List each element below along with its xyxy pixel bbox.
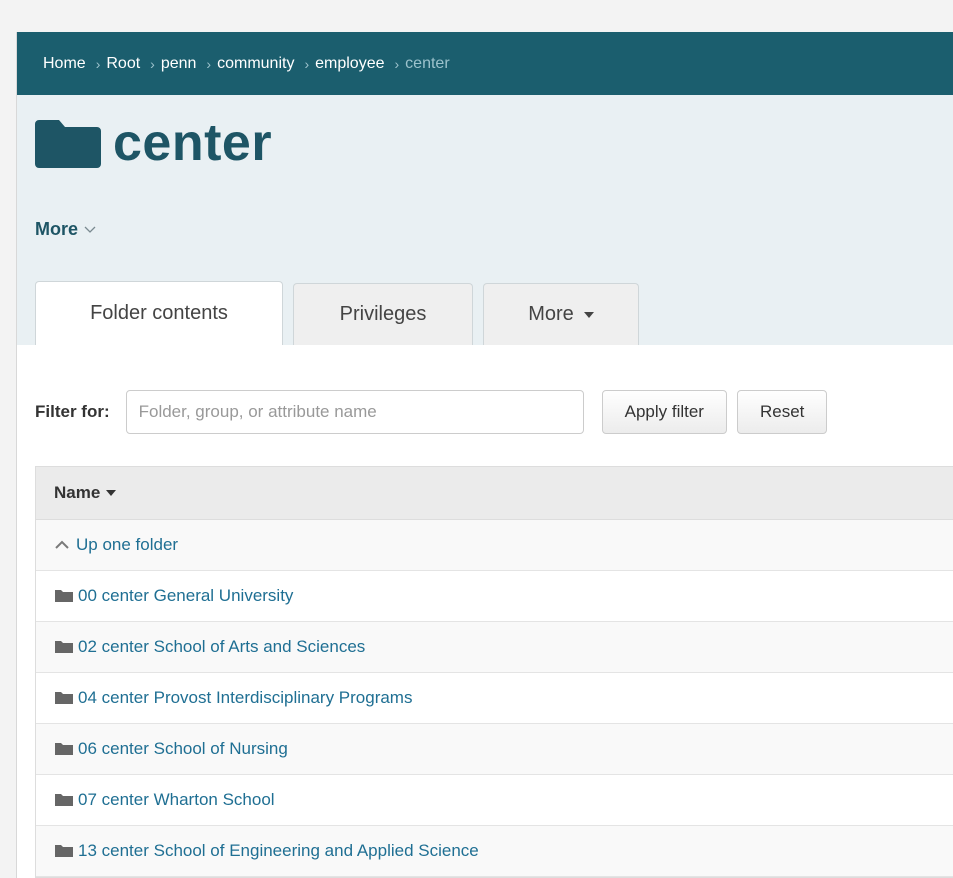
folder-link[interactable]: 13 center School of Engineering and Appl… [78,841,479,861]
folder-icon [35,120,101,168]
breadcrumb-separator: › [150,55,155,72]
folder-icon [55,845,73,857]
folder-link[interactable]: 04 center Provost Interdisciplinary Prog… [78,688,412,708]
table-row[interactable]: 02 center School of Arts and Sciences [36,622,953,673]
reset-button[interactable]: Reset [736,390,828,434]
apply-filter-button[interactable]: Apply filter [601,390,727,434]
filter-label: Filter for: [35,402,110,421]
folder-link[interactable]: 02 center School of Arts and Sciences [78,637,365,657]
table-row[interactable]: 00 center General University [36,571,953,622]
up-one-folder-link[interactable]: Up one folder [36,520,953,571]
title-row: center [35,117,272,169]
folder-icon [55,641,73,653]
tab-bar: Folder contents Privileges More [35,281,649,345]
breadcrumb: Home › Root › penn › community › employe… [17,32,953,95]
table-row[interactable]: 07 center Wharton School [36,775,953,826]
filter-row: Filter for: Apply filter Reset [35,390,828,434]
table-row[interactable]: 13 center School of Engineering and Appl… [36,826,953,877]
column-header-label: Name [54,483,101,502]
breadcrumb-current: center [405,54,450,72]
breadcrumb-home[interactable]: Home [43,55,86,73]
column-header-name[interactable]: Name [36,467,953,520]
main-panel: Home › Root › penn › community › employe… [16,32,953,878]
folder-link[interactable]: 00 center General University [78,586,293,606]
folder-link[interactable]: 07 center Wharton School [78,790,275,810]
folder-icon [55,590,73,602]
table-row[interactable]: 06 center School of Nursing [36,724,953,775]
breadcrumb-root[interactable]: Root [106,55,140,73]
breadcrumb-separator: › [95,55,101,72]
folder-icon [55,794,73,806]
filter-input[interactable] [125,390,584,434]
tab-label: More [528,303,574,325]
up-one-folder-label: Up one folder [76,535,179,554]
chevron-down-icon [84,226,96,233]
breadcrumb-employee[interactable]: employee [315,55,384,73]
more-actions-label: More [35,219,79,239]
page-title: center [113,114,273,172]
more-actions-link[interactable]: More [35,219,96,240]
tab-privileges[interactable]: Privileges [293,283,473,345]
breadcrumb-separator: › [304,55,310,72]
window-top-strip [0,0,953,32]
breadcrumb-penn[interactable]: penn [161,55,197,73]
page-header: center More Folder contents Privileges M… [17,95,953,345]
breadcrumb-community[interactable]: community [217,55,294,73]
sort-caret-icon [106,490,117,496]
table-row[interactable]: 04 center Provost Interdisciplinary Prog… [36,673,953,724]
breadcrumb-separator: › [206,55,212,72]
folder-icon [55,692,73,704]
tab-folder-contents[interactable]: Folder contents [35,281,283,345]
chevron-up-icon [55,540,69,549]
folder-icon [55,743,73,755]
tab-label: Privileges [339,303,427,325]
tab-more[interactable]: More [483,283,639,345]
caret-down-icon [583,311,594,318]
folder-link[interactable]: 06 center School of Nursing [78,739,288,759]
folder-table: Name Up one folder 00 center General Uni… [35,466,953,878]
breadcrumb-separator: › [394,55,400,72]
tab-label: Folder contents [90,302,228,324]
